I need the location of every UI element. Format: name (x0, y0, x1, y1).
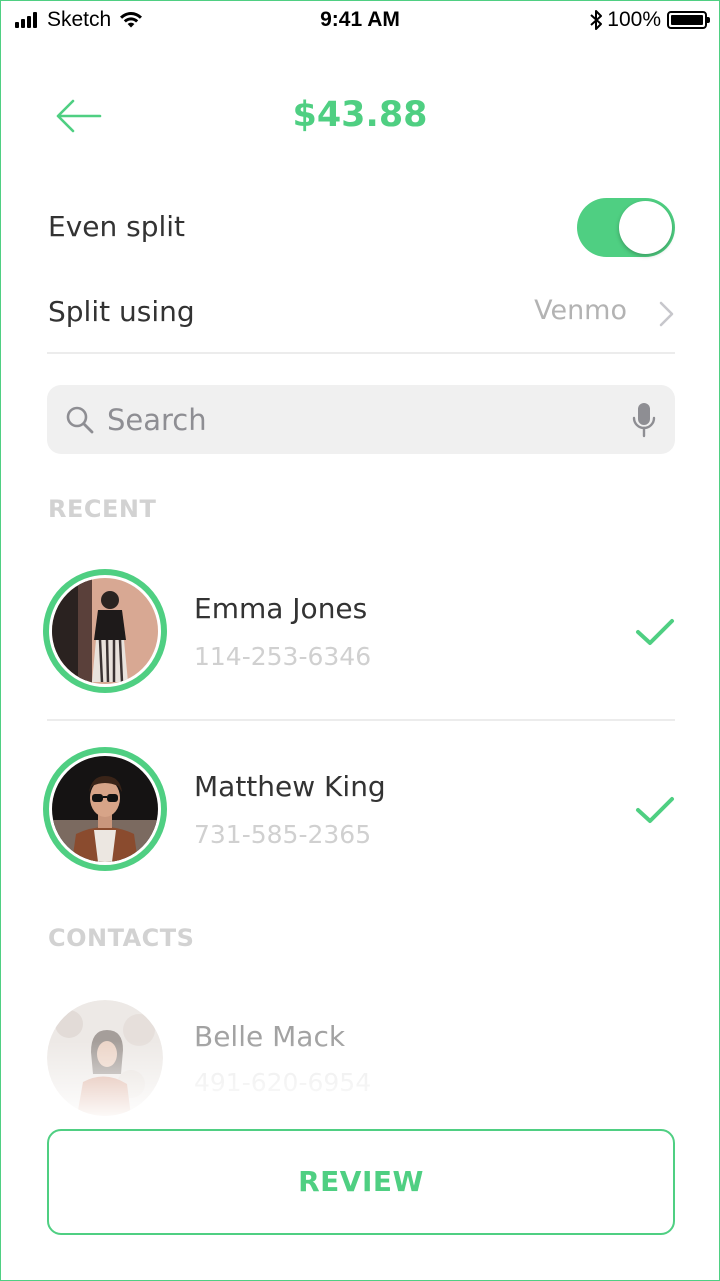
split-using-label: Split using (48, 295, 195, 328)
contact-row[interactable]: Matthew King 731-585-2365 (1, 744, 719, 874)
chevron-right-icon[interactable] (656, 299, 678, 329)
search-input[interactable] (107, 395, 607, 444)
search-bar[interactable] (47, 385, 675, 454)
avatar-photo (52, 756, 158, 862)
contact-name: Emma Jones (194, 592, 368, 625)
check-icon (636, 619, 674, 645)
avatar-photo (47, 1000, 163, 1116)
contact-phone: 114-253-6346 (194, 642, 372, 671)
contact-row[interactable]: Belle Mack 491-620-6954 (1, 996, 719, 1126)
review-button[interactable]: REVIEW (47, 1129, 675, 1235)
contact-name: Matthew King (194, 770, 386, 803)
status-right: 100% (589, 8, 710, 32)
battery-percent: 100% (607, 8, 661, 31)
avatar (47, 1000, 163, 1116)
check-icon (636, 797, 674, 823)
contact-name: Belle Mack (194, 1020, 346, 1053)
contact-phone: 731-585-2365 (194, 820, 372, 849)
split-bill-screen: Sketch 9:41 AM 100% $43.88 Even split Sp… (0, 0, 720, 1281)
section-header-recent: RECENT (48, 495, 157, 523)
avatar (43, 747, 167, 871)
bluetooth-icon (590, 10, 603, 30)
contact-row[interactable]: Emma Jones 114-253-6346 (1, 566, 719, 696)
section-header-contacts: CONTACTS (48, 924, 195, 952)
divider (47, 352, 675, 354)
status-bar: Sketch 9:41 AM 100% (1, 1, 719, 41)
avatar-photo (52, 578, 158, 684)
divider (47, 719, 675, 721)
even-split-label: Even split (48, 210, 186, 243)
avatar (43, 569, 167, 693)
contact-phone: 491-620-6954 (194, 1068, 372, 1097)
microphone-icon[interactable] (631, 401, 657, 439)
split-using-value[interactable]: Venmo (534, 295, 627, 326)
total-amount: $43.88 (292, 95, 428, 135)
toggle-knob (619, 201, 672, 254)
battery-icon (667, 11, 710, 29)
search-icon (66, 406, 94, 434)
battery-fill (671, 15, 703, 25)
even-split-toggle[interactable] (577, 198, 675, 257)
